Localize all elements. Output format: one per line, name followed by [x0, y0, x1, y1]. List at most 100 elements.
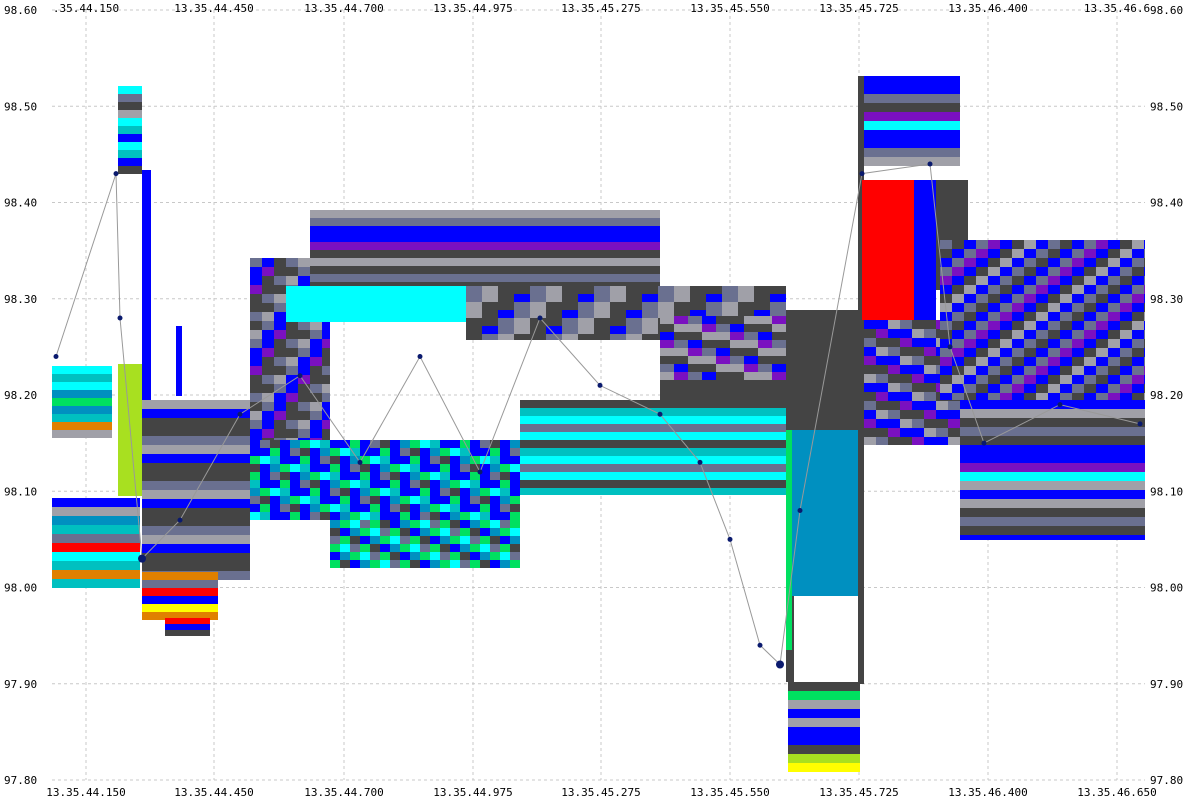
x-tick-label-bottom: 13.35.46.650	[1077, 786, 1156, 799]
depth-block	[380, 464, 390, 472]
depth-block	[334, 274, 346, 282]
depth-block	[190, 481, 202, 490]
depth-block	[178, 481, 190, 490]
depth-block	[900, 356, 912, 365]
depth-block	[1044, 490, 1056, 499]
depth-block	[154, 454, 166, 463]
depth-block	[960, 445, 972, 454]
depth-block	[430, 528, 440, 536]
depth-block	[238, 544, 250, 553]
depth-block	[690, 294, 706, 302]
depth-block	[466, 210, 478, 218]
depth-block	[610, 210, 622, 218]
depth-block	[310, 420, 322, 429]
depth-block	[1036, 249, 1048, 258]
trade-marker	[237, 411, 243, 417]
depth-block	[226, 553, 238, 562]
depth-block	[538, 234, 550, 242]
depth-block	[430, 440, 440, 448]
depth-block	[1080, 490, 1092, 499]
depth-block	[380, 560, 390, 568]
depth-block	[924, 410, 936, 419]
depth-block	[1120, 267, 1132, 276]
depth-block	[510, 528, 520, 536]
depth-block	[202, 526, 214, 535]
depth-block	[988, 258, 1000, 267]
depth-block	[652, 432, 664, 440]
depth-block	[598, 266, 610, 274]
depth-block	[340, 544, 350, 552]
depth-block	[658, 210, 660, 218]
depth-block	[406, 258, 418, 266]
depth-block	[578, 310, 594, 318]
depth-block	[482, 286, 498, 294]
depth-block	[176, 326, 182, 396]
depth-block	[1048, 366, 1060, 375]
depth-block	[578, 334, 594, 340]
depth-block	[788, 682, 860, 691]
trade-marker	[657, 411, 663, 417]
depth-block	[996, 400, 1008, 409]
depth-block	[532, 440, 544, 448]
depth-block	[410, 528, 420, 536]
depth-block	[500, 504, 510, 512]
depth-block	[1036, 339, 1048, 348]
depth-block	[466, 258, 478, 266]
depth-block	[688, 356, 702, 364]
depth-block	[526, 210, 538, 218]
depth-block	[574, 210, 586, 218]
depth-block	[1132, 366, 1144, 375]
depth-block	[700, 408, 712, 416]
depth-block	[430, 552, 440, 560]
depth-block	[490, 552, 500, 560]
depth-block	[52, 507, 140, 516]
depth-block	[1092, 463, 1104, 472]
depth-block	[410, 480, 420, 488]
depth-block	[360, 504, 370, 512]
depth-block	[526, 218, 538, 226]
depth-block	[900, 437, 912, 445]
depth-block	[400, 448, 410, 456]
depth-block	[310, 242, 322, 250]
depth-block	[688, 372, 702, 380]
depth-block	[1068, 427, 1080, 436]
depth-block	[960, 481, 972, 490]
depth-block	[1096, 249, 1108, 258]
depth-block	[688, 408, 700, 416]
depth-block	[394, 210, 406, 218]
depth-block	[52, 561, 140, 570]
depth-block	[1096, 384, 1108, 393]
depth-block	[322, 366, 330, 375]
depth-block	[1108, 303, 1120, 312]
depth-block	[688, 432, 700, 440]
depth-block	[580, 448, 592, 456]
depth-block	[610, 266, 622, 274]
depth-block	[400, 472, 410, 480]
depth-block	[202, 472, 214, 481]
depth-block	[952, 312, 964, 321]
depth-block	[52, 374, 112, 382]
depth-block	[142, 596, 218, 604]
depth-block	[1116, 499, 1128, 508]
depth-block	[406, 218, 418, 226]
depth-block	[214, 553, 226, 562]
depth-block	[510, 440, 520, 448]
depth-block	[1044, 436, 1056, 445]
depth-block	[1032, 436, 1044, 445]
depth-block	[1032, 418, 1044, 427]
depth-block	[1060, 249, 1072, 258]
depth-block	[760, 440, 772, 448]
depth-block	[214, 490, 226, 499]
depth-block	[640, 440, 652, 448]
depth-block	[530, 294, 546, 302]
depth-block	[1056, 526, 1068, 535]
depth-block	[1116, 454, 1128, 463]
depth-block	[466, 326, 482, 334]
depth-block	[864, 148, 960, 157]
depth-block	[772, 488, 784, 495]
depth-block	[716, 348, 730, 356]
depth-block	[1092, 436, 1104, 445]
depth-block	[748, 456, 760, 464]
y-tick-label-right: 98.00	[1150, 582, 1183, 595]
depth-block	[598, 250, 610, 258]
